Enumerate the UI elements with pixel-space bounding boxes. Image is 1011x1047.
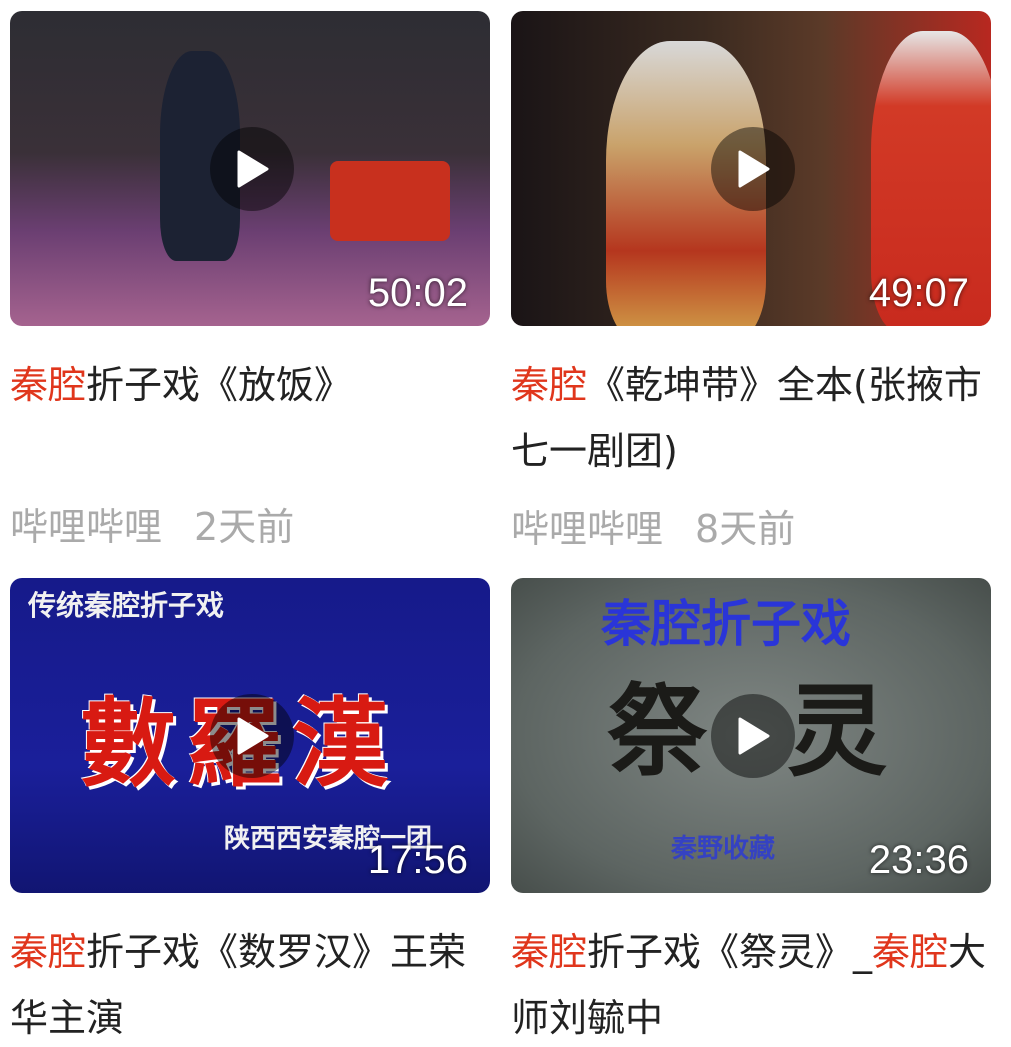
title-highlight: 秦腔 [10, 363, 87, 407]
video-title[interactable]: 秦腔折子戏《祭灵》_秦腔大师刘毓中 [511, 919, 991, 1047]
play-button[interactable] [711, 127, 795, 211]
thumbnail-caption-top: 秦腔折子戏 [601, 594, 851, 653]
video-thumbnail[interactable]: 50:02 [10, 11, 490, 326]
title-text: 折子戏《祭灵》_ [587, 930, 873, 974]
video-meta: 哔哩哔哩 8天前 [511, 498, 991, 553]
title-highlight: 秦腔 [511, 930, 588, 974]
title-highlight: 秦腔 [511, 363, 588, 407]
play-icon [237, 717, 269, 755]
video-thumbnail[interactable]: 49:07 [511, 11, 991, 326]
play-button[interactable] [210, 694, 294, 778]
video-duration: 17:56 [367, 838, 468, 882]
video-source: 哔哩哔哩 [10, 505, 163, 549]
video-time: 2天前 [194, 505, 295, 549]
video-title[interactable]: 秦腔折子戏《放饭》 [10, 352, 490, 418]
video-source: 哔哩哔哩 [511, 507, 664, 551]
video-meta: 哔哩哔哩 2天前 [10, 496, 490, 551]
play-button[interactable] [711, 694, 795, 778]
video-card[interactable]: 传统秦腔折子戏 數羅漢 陕西西安秦腔一团 17:56 秦腔折子戏《数罗汉》王荣华… [10, 578, 490, 1047]
video-time: 8天前 [695, 507, 796, 551]
stage-table [330, 161, 450, 241]
video-duration: 49:07 [868, 271, 969, 315]
video-card[interactable]: 秦腔折子戏 祭灵 秦野收藏 23:36 秦腔折子戏《祭灵》_秦腔大师刘毓中 [511, 578, 991, 1047]
video-card[interactable]: 49:07 秦腔《乾坤带》全本(张掖市七一剧团) 哔哩哔哩 8天前 [511, 11, 991, 553]
play-icon [237, 150, 269, 188]
video-title[interactable]: 秦腔折子戏《数罗汉》王荣华主演 [10, 919, 490, 1047]
video-results-grid: 50:02 秦腔折子戏《放饭》 哔哩哔哩 2天前 49:07 秦腔《乾坤带》全本(… [0, 0, 1011, 1047]
play-icon [738, 150, 770, 188]
title-highlight: 秦腔 [872, 930, 949, 974]
thumbnail-caption-bottom: 秦野收藏 [671, 834, 776, 864]
video-duration: 23:36 [868, 838, 969, 882]
title-highlight: 秦腔 [10, 930, 87, 974]
play-icon [738, 717, 770, 755]
title-text: 折子戏《放饭》 [86, 363, 353, 407]
video-duration: 50:02 [367, 271, 468, 315]
video-thumbnail[interactable]: 传统秦腔折子戏 數羅漢 陕西西安秦腔一团 17:56 [10, 578, 490, 893]
video-card[interactable]: 50:02 秦腔折子戏《放饭》 哔哩哔哩 2天前 [10, 11, 490, 551]
video-title[interactable]: 秦腔《乾坤带》全本(张掖市七一剧团) [511, 352, 991, 484]
thumbnail-caption-top: 传统秦腔折子戏 [28, 589, 225, 622]
video-thumbnail[interactable]: 秦腔折子戏 祭灵 秦野收藏 23:36 [511, 578, 991, 893]
play-button[interactable] [210, 127, 294, 211]
